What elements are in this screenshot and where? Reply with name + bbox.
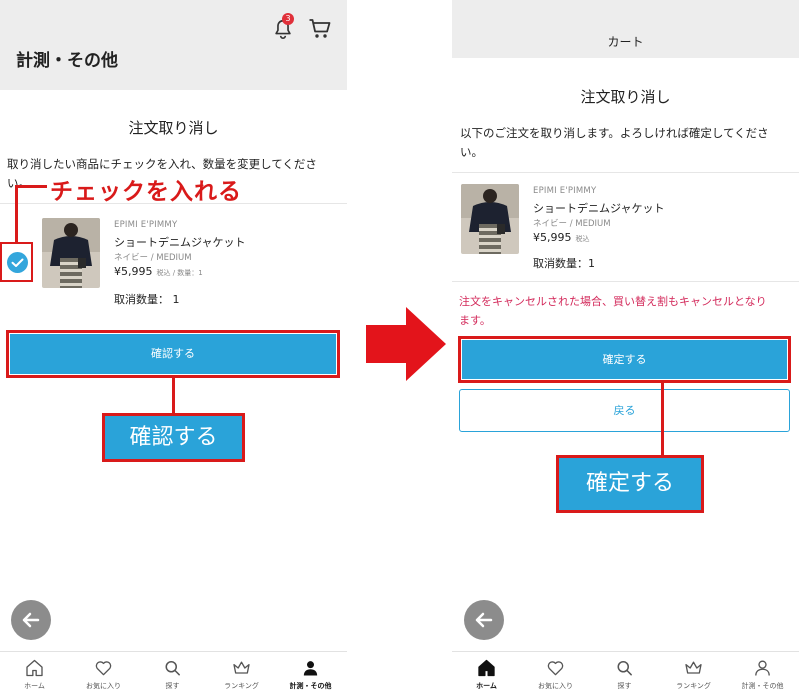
- cancel-quantity: 取消数量： 1: [114, 293, 180, 306]
- callout-check-annotation: チェックを入れる: [50, 179, 242, 205]
- confirm-label-annotation: 確認する: [102, 413, 245, 462]
- callout-line-vertical: [15, 185, 18, 243]
- app-header: 計測・その他 3: [0, 0, 347, 90]
- tab-favorites[interactable]: お気に入り: [69, 652, 138, 700]
- tab-favorites[interactable]: お気に入り: [521, 652, 590, 700]
- tab-label: ホーム: [24, 682, 45, 690]
- check-icon: [11, 258, 24, 267]
- instruction-line-2: い。: [460, 145, 483, 159]
- tab-search[interactable]: 探す: [590, 652, 659, 700]
- section-title: 注文取り消し: [580, 88, 671, 106]
- tab-label: 探す: [165, 682, 180, 690]
- heart-icon: [95, 661, 112, 676]
- product-brand: EPIMI E'PIMMY: [114, 220, 178, 230]
- person-icon: [755, 660, 770, 676]
- divider: [452, 281, 799, 282]
- product-brand: EPIMI E'PIMMY: [533, 186, 597, 196]
- tab-measure-other[interactable]: 計測・その他: [728, 652, 799, 700]
- product-price: ¥5,995 税込 / 数量：1: [114, 265, 203, 278]
- tab-search[interactable]: 探す: [138, 652, 207, 700]
- tab-home[interactable]: ホーム: [0, 652, 69, 700]
- arrow-left-icon: [475, 612, 493, 628]
- right-screen: カート 注文取り消し 以下のご注文を取り消します。よろしければ確定してくださ い…: [452, 0, 799, 700]
- tab-measure-other[interactable]: 計測・その他: [276, 652, 347, 700]
- page-title: 計測・その他: [16, 51, 118, 71]
- search-icon: [617, 661, 632, 676]
- cancel-quantity: 取消数量：1: [533, 257, 595, 270]
- price-value: ¥5,995: [114, 265, 153, 278]
- home-icon: [26, 659, 43, 677]
- back-text-button[interactable]: 戻る: [459, 389, 790, 432]
- arrow-left-icon: [22, 612, 40, 628]
- cancel-warning: 注文をキャンセルされた場合、買い替え割もキャンセルとなり ます。: [459, 292, 794, 330]
- bottom-tab-bar: ホーム お気に入り 探す ランキング 計測・その他: [0, 651, 347, 700]
- tab-label: ホーム: [476, 682, 497, 690]
- item-checkbox[interactable]: [7, 252, 28, 273]
- back-button[interactable]: [464, 600, 504, 640]
- divider: [452, 172, 799, 173]
- confirm-button[interactable]: 確認する: [10, 334, 336, 374]
- tab-label: お気に入り: [86, 682, 121, 690]
- price-note: 税込: [575, 235, 590, 243]
- bottom-tab-bar: ホーム お気に入り 探す ランキング 計測・その他: [452, 651, 799, 700]
- cart-header: カート: [452, 0, 799, 58]
- tab-home[interactable]: ホーム: [452, 652, 521, 700]
- price-value: ¥5,995: [533, 231, 572, 244]
- product-name: ショートデニムジャケット: [533, 202, 665, 215]
- product-variant: ネイビー / MEDIUM: [533, 219, 611, 229]
- product-image: [461, 184, 519, 254]
- tab-ranking[interactable]: ランキング: [659, 652, 728, 700]
- instruction-line-2: い。: [7, 176, 30, 190]
- person-icon: [303, 661, 318, 676]
- comparison-figure: 計測・その他 3 注文取り消し 取り消したい商品にチェックを入れ、数量を変更して…: [0, 0, 800, 700]
- tab-label: ランキング: [224, 682, 259, 690]
- instruction-line-1: 以下のご注文を取り消します。よろしければ確定してくださ: [460, 126, 769, 140]
- product-image: [42, 218, 100, 288]
- section-title: 注文取り消し: [128, 119, 219, 137]
- tab-label: ランキング: [676, 682, 711, 690]
- crown-icon: [685, 661, 702, 674]
- crown-icon: [233, 661, 250, 674]
- warning-line-2: ます。: [459, 314, 491, 327]
- tab-ranking[interactable]: ランキング: [207, 652, 276, 700]
- callout-line-horizontal: [15, 185, 47, 188]
- heart-icon: [547, 661, 564, 676]
- tab-label: 計測・その他: [741, 682, 784, 690]
- home-icon: [478, 659, 495, 677]
- product-variant: ネイビー / MEDIUM: [114, 253, 192, 263]
- left-screen: 計測・その他 3 注文取り消し 取り消したい商品にチェックを入れ、数量を変更して…: [0, 0, 347, 700]
- notification-badge: 3: [282, 13, 294, 25]
- tab-label: 計測・その他: [289, 682, 332, 690]
- cart-icon[interactable]: [308, 18, 332, 40]
- tab-label: 探す: [617, 682, 632, 690]
- connector-line: [661, 383, 664, 456]
- header-title: カート: [607, 35, 644, 49]
- tab-label: お気に入り: [538, 682, 573, 690]
- connector-line: [172, 378, 175, 414]
- product-price: ¥5,995 税込: [533, 231, 590, 244]
- price-note: 税込 / 数量：1: [156, 269, 203, 277]
- finalize-label-annotation: 確定する: [556, 455, 704, 513]
- search-icon: [165, 661, 180, 676]
- warning-line-1: 注文をキャンセルされた場合、買い替え割もキャンセルとなり: [459, 295, 767, 308]
- back-button[interactable]: [11, 600, 51, 640]
- product-name: ショートデニムジャケット: [114, 236, 246, 249]
- arrow-right-icon: [366, 307, 446, 381]
- finalize-button[interactable]: 確定する: [462, 340, 787, 379]
